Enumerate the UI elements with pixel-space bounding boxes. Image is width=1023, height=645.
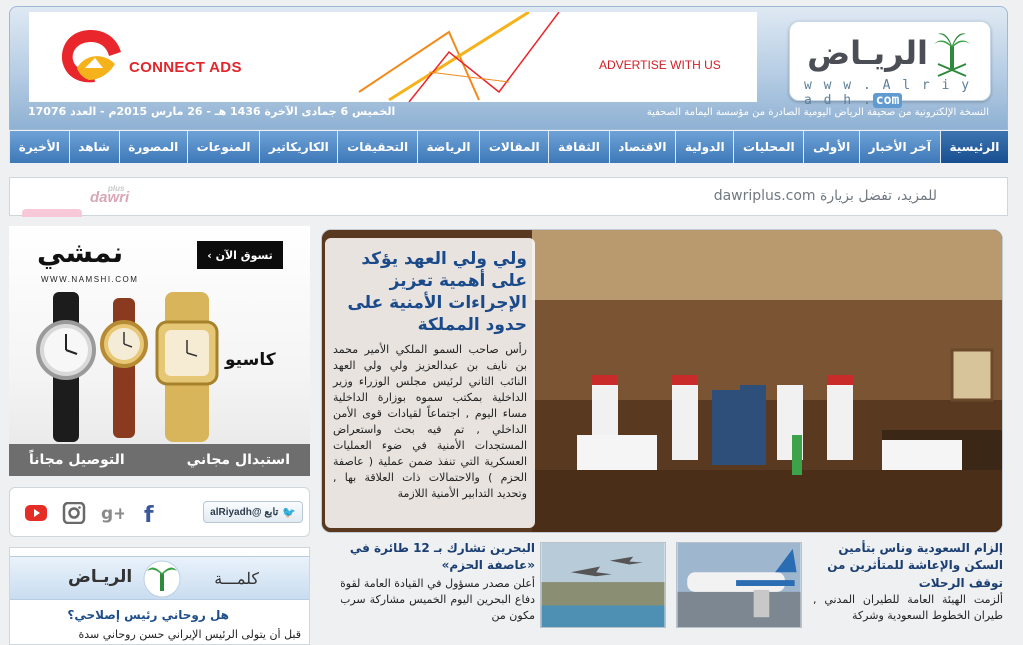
dawri-logo: plus dawri: [90, 184, 129, 206]
logo-latin-text: w w w . A l r i y a d h . com: [804, 78, 990, 108]
nav-item-caricature[interactable]: الكاريكاتير: [259, 131, 338, 163]
youtube-icon[interactable]: [24, 502, 48, 524]
connect-ads-banner[interactable]: CONNECT ADS ADVERTISE WITH US: [29, 12, 757, 102]
svg-text:g+: g+: [101, 504, 124, 524]
featured-title[interactable]: ولي ولي العهد يؤكد على أهمية تعزيز الإجر…: [333, 248, 527, 336]
namshi-ad[interactable]: نمشي WWW.NAMSHI.COM تسوق الآن › كاسيو اس…: [9, 226, 310, 476]
editorial-brand: الريـاض: [68, 567, 133, 587]
nav-item-latest-news[interactable]: آخر الأخبار: [858, 131, 940, 163]
story-title[interactable]: البحرين تشارك بـ 12 طائرة في «عاصفة الحز…: [341, 540, 535, 575]
ad-decoration-lines: [358, 12, 560, 102]
editorial-header: كلمـــة الريـاض: [10, 556, 309, 600]
twitter-follow-text: تابع @alRiyadh: [210, 506, 279, 518]
namshi-ad-footer: استبدال مجاني التوصيل مجاناً: [9, 444, 310, 476]
palm-emblem-icon: [143, 560, 181, 598]
story-thumb-airplane: [676, 542, 802, 628]
nav-item-international[interactable]: الدولية: [675, 131, 734, 163]
google-plus-icon[interactable]: g+: [100, 502, 124, 524]
nav-item-photos[interactable]: المصورة: [118, 131, 187, 163]
logo-tld: com: [872, 93, 903, 108]
social-links-box: g+ f 🐦 تابع @alRiyadh: [9, 487, 310, 537]
featured-body: رأس صاحب السمو الملكي الأمير محمد بن ناي…: [333, 343, 527, 500]
nav-item-home[interactable]: الرئيسية: [939, 131, 1008, 163]
featured-caption: ولي ولي العهد يؤكد على أهمية تعزيز الإجر…: [325, 238, 535, 528]
ad-brand-text: CONNECT ADS: [129, 59, 242, 76]
nav-item-sports[interactable]: الرياضة: [416, 131, 480, 163]
story-body: ألزمت الهيئة العامة للطيران المدني , طير…: [813, 593, 1003, 622]
nav-item-local[interactable]: المحليات: [733, 131, 804, 163]
nav-item-economy[interactable]: الاقتصاد: [608, 131, 676, 163]
namshi-logo: نمشي: [37, 236, 124, 269]
casio-brand-text: كاسيو: [225, 350, 276, 370]
story-card-saudia[interactable]: إلزام السعودية وناس بتأمين السكن والإعاش…: [676, 540, 1003, 645]
story-thumb-jets: [540, 542, 666, 628]
palm-swords-icon: [934, 33, 970, 77]
free-delivery-text: التوصيل مجاناً: [29, 452, 125, 468]
facebook-icon[interactable]: f: [138, 502, 162, 524]
promo-tab: [22, 209, 82, 217]
watches-image: [36, 292, 219, 442]
nav-item-watch[interactable]: شاهد: [68, 131, 119, 163]
editorial-label: كلمـــة: [214, 569, 259, 588]
dawri-logo-text: dawri: [90, 189, 130, 206]
instagram-icon[interactable]: [62, 502, 86, 524]
issue-date: الخميس 6 جمادى الآخرة 1436 هـ - 26 مارس …: [28, 105, 396, 118]
editorial-snippet: قبل أن يتولى الرئيس الإيراني حسن روحاني …: [78, 628, 301, 641]
editorial-box: كلمـــة الريـاض هل روحاني رئيس إصلاحي؟ ق…: [9, 547, 310, 645]
story-title[interactable]: إلزام السعودية وناس بتأمين السكن والإعاش…: [813, 540, 1003, 592]
nav-item-front[interactable]: الأولى: [803, 131, 859, 163]
story-body: أعلن مصدر مسؤول في القيادة العامة لقوة د…: [341, 577, 535, 622]
nav-item-investigations[interactable]: التحقيقات: [337, 131, 417, 163]
logo-arabic-text: الريـاض: [807, 34, 928, 72]
connect-ads-logo-icon: [62, 30, 121, 83]
main-nav: الرئيسية آخر الأخبار الأولى المحليات الد…: [9, 131, 1008, 163]
story-card-bahrain[interactable]: البحرين تشارك بـ 12 طائرة في «عاصفة الحز…: [341, 540, 666, 645]
nav-item-last[interactable]: الأخيرة: [9, 131, 69, 163]
twitter-bird-icon: 🐦: [282, 506, 296, 519]
promo-text: للمزيد، تفضل بزيارة dawriplus.com: [713, 188, 937, 204]
alriyadh-logo[interactable]: الريـاض w w w . A l r i y a d h . com: [789, 21, 991, 108]
twitter-follow-button[interactable]: 🐦 تابع @alRiyadh: [203, 501, 303, 523]
editorial-title[interactable]: هل روحاني رئيس إصلاحي؟: [67, 608, 229, 622]
advertise-cta[interactable]: ADVERTISE WITH US: [599, 58, 721, 72]
svg-text:f: f: [144, 503, 154, 524]
free-exchange-text: استبدال مجاني: [186, 452, 290, 468]
nav-item-articles[interactable]: المقالات: [479, 131, 549, 163]
nav-item-culture[interactable]: الثقافة: [548, 131, 609, 163]
site-header: CONNECT ADS ADVERTISE WITH US الريـاض w …: [9, 6, 1008, 130]
nav-item-misc[interactable]: المنوعات: [186, 131, 260, 163]
namshi-url: WWW.NAMSHI.COM: [41, 275, 139, 284]
featured-story[interactable]: ولي ولي العهد يؤكد على أهمية تعزيز الإجر…: [321, 229, 1003, 533]
site-tagline: النسخة الإلكترونية من صحيفة الرياض اليوم…: [646, 107, 989, 118]
dawri-promo-banner[interactable]: للمزيد، تفضل بزيارة dawriplus.com plus d…: [9, 177, 1008, 217]
shop-now-button[interactable]: تسوق الآن ›: [197, 241, 283, 269]
